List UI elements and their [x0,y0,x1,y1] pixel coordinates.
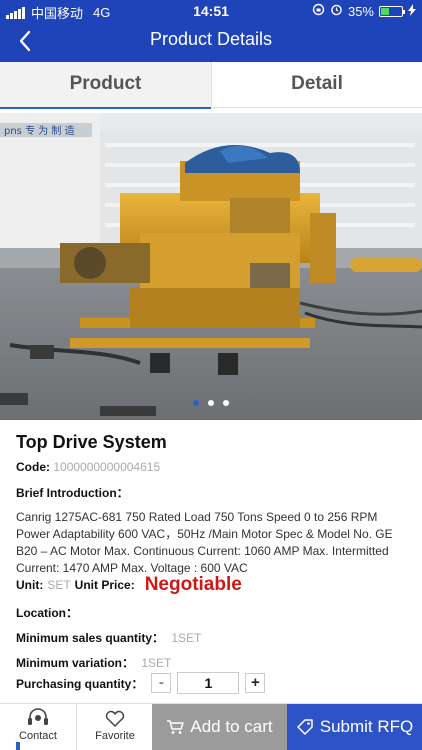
purchasing-label: Purchasing quantity： [16,676,144,691]
decrease-button[interactable]: - [151,673,172,693]
code-row: Code: 1000000000004615 [16,460,160,474]
product-info: Top Drive System Code: 1000000000004615 … [16,432,408,694]
bottom-action-bar: Contact Favorite Add to cart Submit RFQ [0,703,422,750]
alarm-icon [330,3,343,19]
product-image-carousel[interactable]: pns 专 为 制 造 [0,113,422,420]
carousel-dot[interactable] [208,400,214,406]
increase-button[interactable]: + [245,673,266,693]
add-to-cart-label: Add to cart [190,717,273,736]
quantity-input[interactable]: 1 [177,672,240,694]
unit-price-value: Negotiable [144,574,242,595]
min-variation-row: Minimum variation： 1SET [16,654,171,671]
submit-rfq-button[interactable]: Submit RFQ [287,704,422,750]
min-sales-row: Minimum sales quantity： 1SET [16,629,201,646]
tab-detail[interactable]: Detail [211,62,422,108]
contact-button[interactable]: Contact [0,704,76,750]
battery-icon [379,5,405,17]
battery-percent: 35% [347,3,374,19]
product-photo: pns 专 为 制 造 [0,113,422,420]
scroll-indicator [16,742,20,750]
status-bar: 中国移动 4G 14:51 35% [0,0,422,22]
min-sales-value: 1SET [171,631,202,645]
location-label: Location： [16,606,78,620]
quantity-stepper: - 1 + [151,672,266,694]
min-variation-label: Minimum variation： [16,656,135,670]
heart-icon [105,710,125,727]
page-title: Product Details [149,29,273,49]
carousel-dots [0,400,422,406]
purchasing-row: Purchasing quantity： - 1 + [16,672,266,694]
code-label: Code: [16,460,50,474]
submit-rfq-label: Submit RFQ [319,717,414,736]
favorite-label: Favorite [95,730,135,742]
contact-label: Contact [19,730,57,742]
factory-sign-text: pns 专 为 制 造 [4,124,75,137]
nav-bar: Product Details [0,22,422,62]
rotation-lock-icon [312,3,325,19]
headset-icon [28,708,48,725]
brief-introduction-label: Brief Introduction： [16,486,129,500]
code-value: 1000000000004615 [53,460,161,474]
charging-icon [408,3,416,19]
unit-label: Unit: [16,578,44,592]
cart-icon [167,720,185,734]
product-title: Top Drive System [16,432,167,452]
unit-value: SET [47,578,71,592]
brief-introduction-text: Canrig 1275AC-681 750 Rated Load 750 Ton… [16,510,393,575]
unit-price-label: Unit Price: [74,578,135,592]
add-to-cart-button[interactable]: Add to cart [152,704,287,750]
min-sales-label: Minimum sales quantity： [16,631,165,645]
tag-icon [296,719,313,735]
carousel-dot[interactable] [193,400,199,406]
min-variation-value: 1SET [141,656,172,670]
favorite-button[interactable]: Favorite [76,704,152,750]
unit-row: Unit: SET Unit Price: Negotiable [16,574,242,596]
carousel-dot[interactable] [223,400,229,406]
tab-bar: Product Detail [0,62,422,109]
status-right: 35% [312,3,416,19]
tab-product[interactable]: Product [0,62,211,109]
